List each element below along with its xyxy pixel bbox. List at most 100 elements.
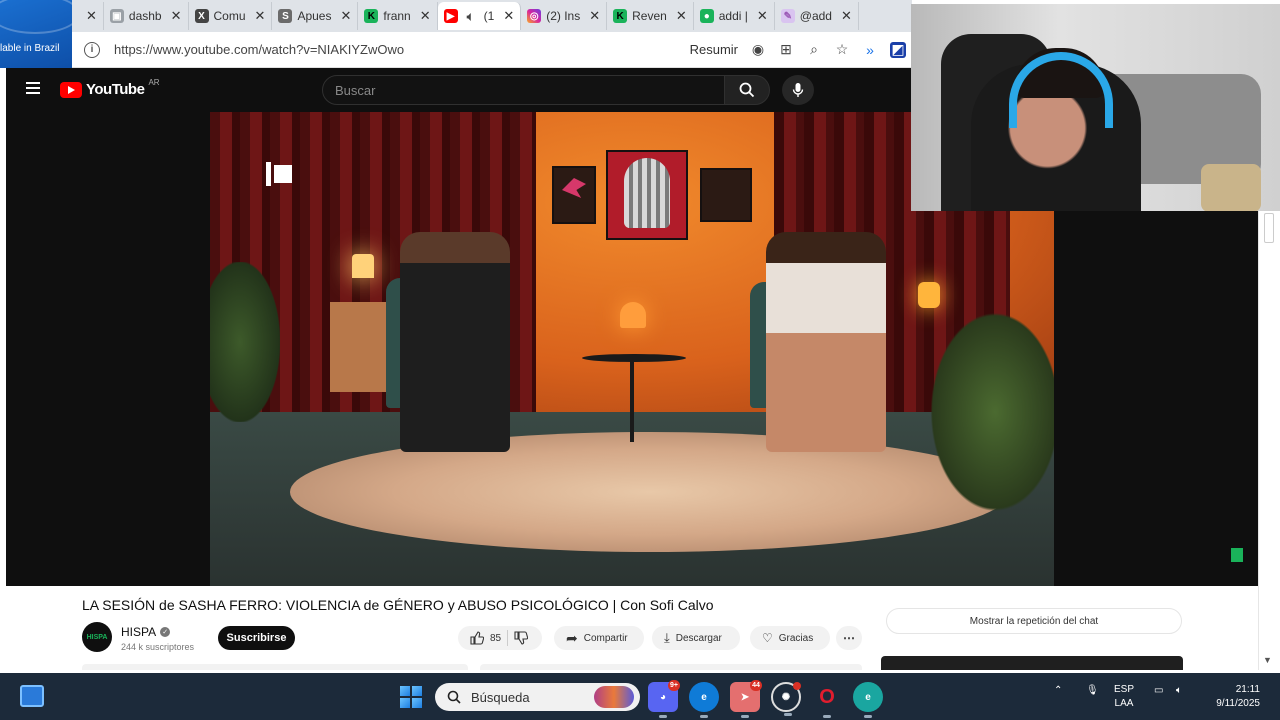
chatgpt-app-icon[interactable]: ✺ <box>771 682 801 716</box>
x-icon: X <box>194 9 209 23</box>
search-input[interactable]: Buscar <box>322 75 725 105</box>
webcam-bag <box>1201 164 1261 211</box>
running-indicator <box>784 713 792 716</box>
clock-date: 9/11/2025 <box>1216 698 1260 709</box>
profile-icon[interactable]: ◩ <box>890 41 906 58</box>
favorite-star-icon[interactable]: ☆ <box>834 41 850 58</box>
search-placeholder: Buscar <box>335 82 376 98</box>
close-icon[interactable]: ✕ <box>503 8 514 24</box>
video-lamp-left <box>352 254 374 278</box>
hispa-corner-icon <box>1231 548 1243 562</box>
input-language[interactable]: ESP LAA <box>1114 683 1134 711</box>
tab-label: Reven <box>632 9 667 23</box>
s-icon: S <box>278 9 293 23</box>
instagram-icon: ◎ <box>527 9 542 23</box>
discord-app-icon[interactable]: ◕ 9+ <box>648 680 680 718</box>
hispa-watermark-icon <box>266 162 296 186</box>
close-icon[interactable]: ✕ <box>171 8 182 24</box>
channel-avatar[interactable]: HISPA <box>82 622 112 652</box>
tab-comu[interactable]: X Comu ✕ <box>189 2 273 30</box>
tab-label: dashb <box>128 9 162 23</box>
site-info-icon[interactable]: i <box>84 41 100 58</box>
video-plant-left <box>210 262 280 422</box>
download-button[interactable]: ⤓ Descargar <box>652 626 740 650</box>
read-aloud-icon[interactable]: » <box>862 42 878 58</box>
edge-dev-app-icon[interactable]: e <box>853 682 883 718</box>
summarize-button[interactable]: Resumir <box>690 42 738 57</box>
network-icon[interactable]: ▭ <box>1154 685 1163 696</box>
thanks-button[interactable]: ♡ Gracias <box>750 626 830 650</box>
start-button[interactable] <box>400 686 422 708</box>
edge-app-icon[interactable]: e <box>689 682 719 718</box>
chevron-up-icon[interactable]: ⌃ <box>1054 685 1062 696</box>
thumbs-down-icon[interactable] <box>514 631 529 645</box>
tab-label: (2) Ins <box>546 9 581 23</box>
youtube-logo[interactable]: YouTube AR <box>60 78 160 98</box>
opera-app-icon[interactable]: O <box>812 682 842 718</box>
close-icon[interactable]: ✕ <box>255 8 266 24</box>
tab-dashboard[interactable]: ▣ dashb ✕ <box>104 2 189 30</box>
close-icon[interactable]: ✕ <box>676 8 687 24</box>
voice-search-button[interactable] <box>782 75 814 105</box>
tab-apuestas[interactable]: S Apues ✕ <box>272 2 359 30</box>
tab-0[interactable]: ✕ <box>76 2 104 30</box>
download-icon: ⤓ <box>664 630 670 645</box>
show-chat-replay-button[interactable]: Mostrar la repetición del chat <box>886 608 1182 634</box>
more-actions-button[interactable]: ⋯ <box>836 626 862 650</box>
video-person-right <box>766 232 886 452</box>
tab-kick-reven[interactable]: K Reven ✕ <box>607 2 694 30</box>
browser-tab-bar: ✕ ▣ dashb ✕ X Comu ✕ S Apues ✕ K frann ✕… <box>72 0 912 32</box>
running-indicator <box>741 715 749 718</box>
close-icon[interactable]: ✕ <box>589 8 600 24</box>
close-icon[interactable]: ✕ <box>340 8 351 24</box>
microphone-icon[interactable]: 🎙︎ <box>1086 685 1099 696</box>
start-logo-part <box>412 698 422 708</box>
search-button[interactable] <box>724 75 770 105</box>
zoom-icon[interactable]: ⌕ <box>806 41 822 58</box>
video-plant-right <box>930 312 1054 512</box>
scroll-down-arrow-icon[interactable]: ▼ <box>1263 655 1272 665</box>
keyboard-layout: LAA <box>1114 698 1134 709</box>
subscribe-button[interactable]: Suscribirse <box>218 626 295 650</box>
widgets-icon[interactable] <box>20 685 44 707</box>
like-button[interactable]: 85 <box>470 631 501 645</box>
download-label: Descargar <box>675 632 722 644</box>
close-icon[interactable]: ✕ <box>841 8 852 24</box>
close-icon[interactable]: ✕ <box>757 8 768 24</box>
telegram-app-icon[interactable]: ➤ 44 <box>730 680 762 718</box>
tab-label: @add <box>799 9 832 23</box>
share-button[interactable]: ➦ Compartir <box>554 626 644 650</box>
background-window[interactable]: lable in Brazil <box>0 0 72 68</box>
extension-icon[interactable]: ◉ <box>750 41 766 58</box>
comment-card-edge <box>480 664 862 670</box>
close-icon[interactable]: ✕ <box>86 8 97 24</box>
video-frame-bird <box>552 166 596 224</box>
menu-icon[interactable] <box>26 82 40 94</box>
speaker-icon[interactable]: 🔈︎ <box>463 8 479 24</box>
discord-badge: 9+ <box>668 680 680 691</box>
video-shelf <box>330 302 390 392</box>
clock[interactable]: 21:11 9/11/2025 <box>1202 683 1260 711</box>
scrollbar-thumb[interactable] <box>1264 213 1274 243</box>
search-icon <box>739 82 755 98</box>
like-count: 85 <box>490 632 502 644</box>
background-window-text: lable in Brazil <box>0 43 60 54</box>
tab-add[interactable]: ✎ @add ✕ <box>775 2 859 30</box>
url-field[interactable]: https://www.youtube.com/watch?v=NIAKIYZw… <box>114 42 690 57</box>
tab-kick-frann[interactable]: K frann ✕ <box>358 2 438 30</box>
address-tools: Resumir ◉ ⊞ ⌕ ☆ » ◩ <box>690 41 912 58</box>
pin-icon: ● <box>699 9 714 23</box>
start-logo-part <box>400 686 410 696</box>
taskbar-search[interactable]: Búsqueda <box>435 683 640 711</box>
close-icon[interactable]: ✕ <box>420 8 431 24</box>
tab-youtube[interactable]: ▶ 🔈︎ (1 ✕ <box>437 2 522 30</box>
kick-icon: K <box>613 9 628 23</box>
tab-addi[interactable]: ● addi | ✕ <box>694 2 775 30</box>
video-head-art <box>624 158 670 228</box>
apps-icon[interactable]: ⊞ <box>778 41 794 58</box>
tab-instagram[interactable]: ◎ (2) Ins ✕ <box>521 2 608 30</box>
search-icon <box>447 690 461 704</box>
channel-name[interactable]: HISPA ✓ <box>121 625 171 639</box>
volume-icon[interactable]: 🔈︎ <box>1176 685 1182 696</box>
page-scrollbar[interactable]: ▼ <box>1258 211 1280 670</box>
